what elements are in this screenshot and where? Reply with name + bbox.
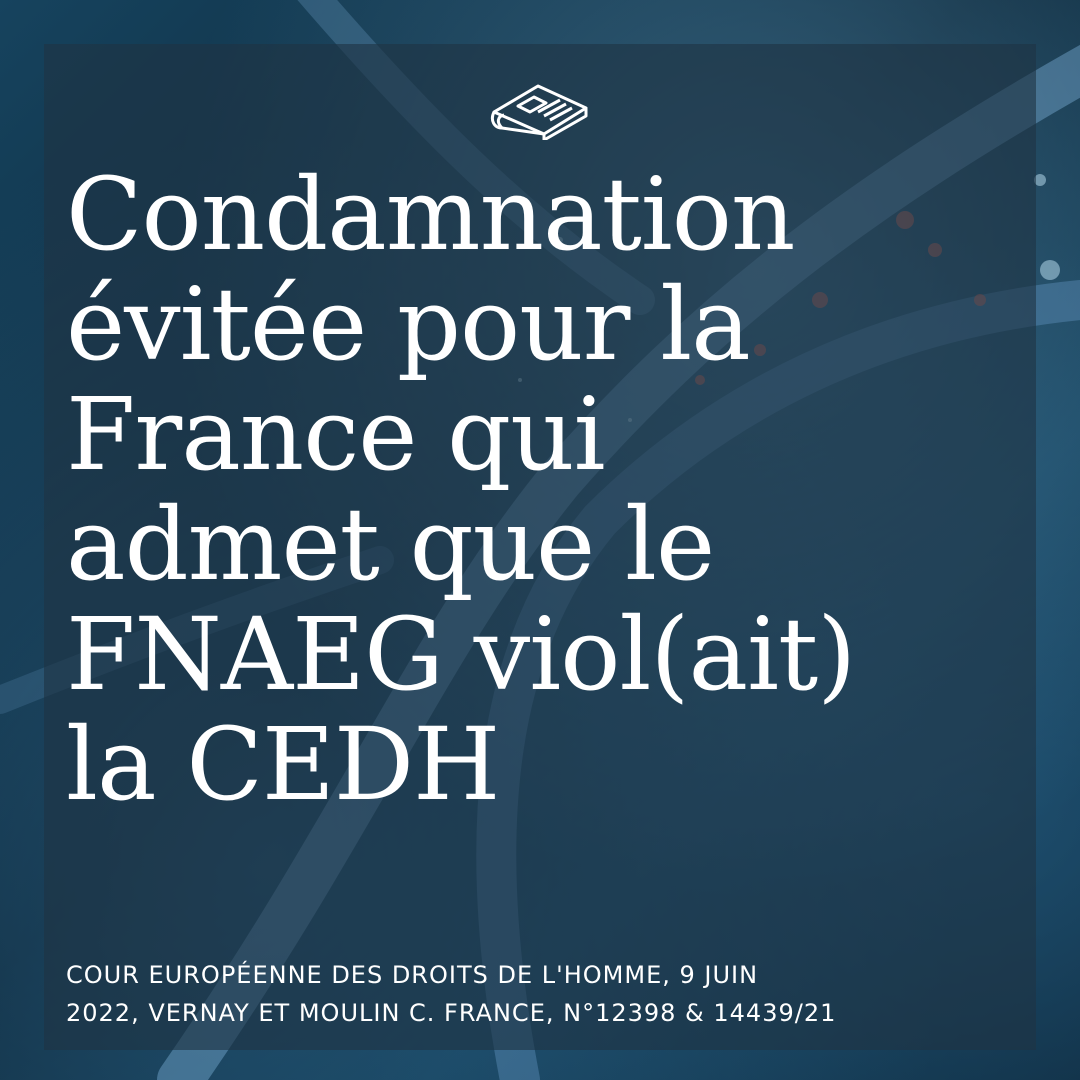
newspaper-icon: [490, 84, 588, 140]
case-citation: COUR EUROPÉENNE DES DROITS DE L'HOMME, 9…: [66, 961, 837, 1027]
headline: Condamnation évitée pour la France qui a…: [66, 156, 856, 823]
